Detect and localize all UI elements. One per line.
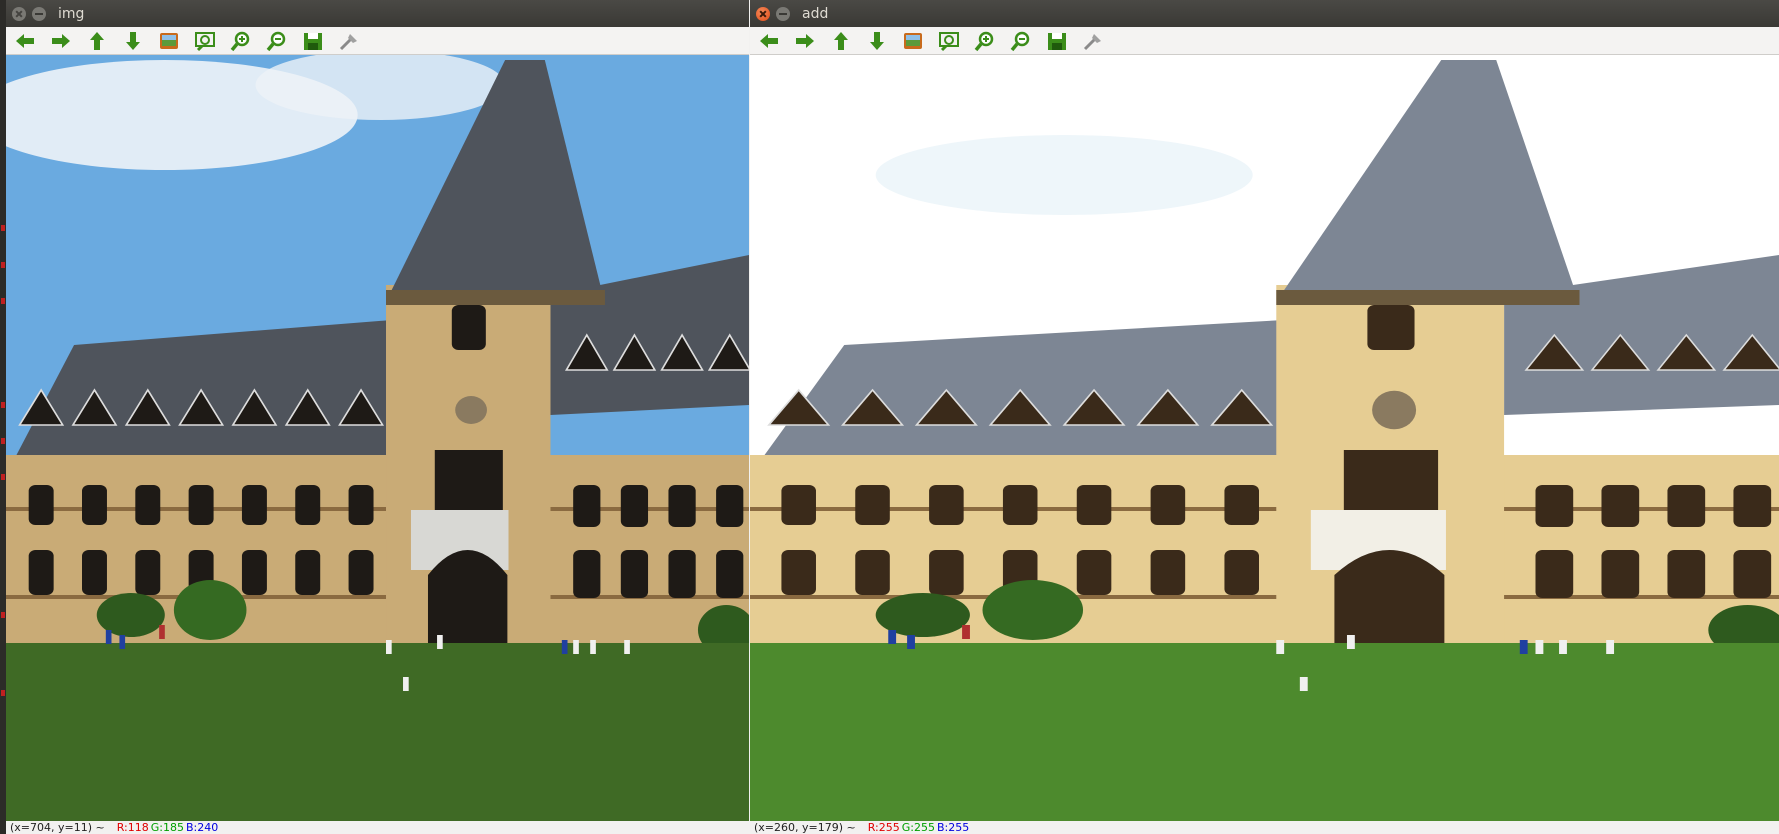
- properties-button[interactable]: [336, 30, 362, 52]
- photo-building: [750, 55, 1779, 821]
- status-bar: (x=260, y=179) ~ R:255 G:255 B:255: [750, 821, 1779, 834]
- arrow-up-button[interactable]: [84, 30, 110, 52]
- save-button[interactable]: [1044, 30, 1070, 52]
- zoom-fit-icon: [195, 31, 215, 51]
- photo-building: [6, 55, 749, 821]
- zoom-out-button[interactable]: [264, 30, 290, 52]
- zoom-fit-button[interactable]: [192, 30, 218, 52]
- window-title: add: [802, 5, 829, 22]
- minimize-icon[interactable]: [776, 6, 790, 21]
- image-view[interactable]: [750, 55, 1779, 821]
- strip-mark: [1, 262, 5, 268]
- picture-button[interactable]: [900, 30, 926, 52]
- arrow-up-icon: [834, 31, 848, 50]
- zoom-in-button[interactable]: [228, 30, 254, 52]
- toolbar: [6, 27, 749, 55]
- pixel-green-value: G:255: [901, 821, 935, 834]
- arrow-down-button[interactable]: [120, 30, 146, 52]
- zoom-out-icon: [266, 31, 286, 51]
- save-icon: [1048, 32, 1066, 50]
- status-bar: (x=704, y=11) ~ R:118 G:185 B:240: [6, 821, 749, 834]
- arrow-up-button[interactable]: [828, 30, 854, 52]
- picture-icon: [904, 32, 922, 49]
- zoom-in-button[interactable]: [972, 30, 998, 52]
- window-title: img: [58, 5, 85, 22]
- strip-mark: [1, 225, 5, 231]
- strip-mark: [1, 612, 5, 618]
- titlebar[interactable]: add: [750, 0, 1779, 27]
- arrow-left-icon: [16, 33, 34, 48]
- window-img[interactable]: img (x=704, y=11) ~ R:118 G:185 B:240: [6, 0, 749, 834]
- properties-icon: [339, 33, 357, 50]
- close-icon[interactable]: [12, 6, 26, 21]
- pixel-red-value: R:118: [116, 821, 149, 834]
- picture-icon: [160, 32, 178, 49]
- pixel-red-value: R:255: [867, 821, 900, 834]
- save-icon: [304, 32, 322, 50]
- zoom-fit-icon: [939, 31, 959, 51]
- zoom-in-icon: [974, 31, 994, 51]
- strip-mark: [1, 402, 5, 408]
- properties-icon: [1083, 33, 1101, 50]
- arrow-right-button[interactable]: [792, 30, 818, 52]
- zoom-fit-button[interactable]: [936, 30, 962, 52]
- zoom-in-icon: [230, 31, 250, 51]
- arrow-right-icon: [52, 33, 70, 48]
- save-button[interactable]: [300, 30, 326, 52]
- arrow-left-button[interactable]: [12, 30, 38, 52]
- zoom-out-icon: [1010, 31, 1030, 51]
- arrow-right-icon: [796, 33, 814, 48]
- strip-mark: [1, 474, 5, 480]
- arrow-down-button[interactable]: [864, 30, 890, 52]
- arrow-up-icon: [90, 31, 104, 50]
- close-icon[interactable]: [756, 6, 770, 21]
- arrow-left-icon: [760, 33, 778, 48]
- strip-mark: [1, 690, 5, 696]
- pixel-blue-value: B:240: [186, 821, 219, 834]
- pixel-coords: (x=704, y=11) ~: [10, 821, 105, 834]
- pixel-green-value: G:185: [150, 821, 184, 834]
- titlebar[interactable]: img: [6, 0, 749, 27]
- pixel-blue-value: B:255: [936, 821, 970, 834]
- properties-button[interactable]: [1080, 30, 1106, 52]
- zoom-out-button[interactable]: [1008, 30, 1034, 52]
- strip-mark: [1, 298, 5, 304]
- picture-button[interactable]: [156, 30, 182, 52]
- arrow-left-button[interactable]: [756, 30, 782, 52]
- strip-mark: [1, 438, 5, 444]
- toolbar: [750, 27, 1779, 55]
- image-view[interactable]: [6, 55, 749, 821]
- arrow-down-icon: [126, 31, 140, 50]
- pixel-coords: (x=260, y=179) ~: [754, 821, 856, 834]
- window-add[interactable]: add (x=260, y=179) ~ R:255 G:255 B:255: [750, 0, 1779, 834]
- arrow-right-button[interactable]: [48, 30, 74, 52]
- arrow-down-icon: [870, 31, 884, 50]
- minimize-icon[interactable]: [32, 6, 46, 21]
